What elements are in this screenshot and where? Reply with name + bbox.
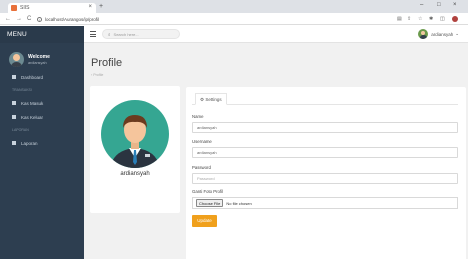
url-field[interactable]: i localhost/Aurangos/ip/profil xyxy=(37,15,402,23)
maximize-icon[interactable]: □ xyxy=(437,2,441,8)
search-placeholder: Search here... xyxy=(113,31,139,37)
browser-tab-title: SIIS xyxy=(20,5,30,11)
hamburger-menu-icon[interactable] xyxy=(90,31,96,39)
browser-tab-bar: SIIS × + – □ × xyxy=(0,0,468,13)
browser-tab[interactable]: SIIS × xyxy=(8,3,96,13)
sidebar-user-panel: Welcome ardiansyah xyxy=(0,43,84,70)
site-favicon-icon xyxy=(11,5,17,11)
password-field[interactable]: Password xyxy=(192,173,458,184)
gear-icon: ⚙ xyxy=(200,97,205,102)
sidebar-menu-title: MENU xyxy=(0,26,84,43)
settings-tabs: ⚙ Settings xyxy=(192,93,458,105)
profile-card: ardiansyah xyxy=(90,86,180,213)
name-label: Name xyxy=(192,114,204,119)
no-file-text: No file chosen xyxy=(226,200,252,206)
sidebar-item-label: Kas Masuk xyxy=(21,100,44,106)
search-input[interactable]: ⌕ Search here... xyxy=(102,29,180,39)
profile-avatar xyxy=(101,100,169,168)
chevron-down-icon: ⌄ xyxy=(455,31,459,36)
sidebar-item-label: Kas Keluar xyxy=(21,114,44,120)
tab-settings-label: Settings xyxy=(205,97,222,102)
sidebar-item-label: Dashboard xyxy=(21,74,44,80)
page-title: Profile xyxy=(91,57,123,69)
user-dropdown[interactable]: ardiansyah ⌄ xyxy=(418,29,459,39)
password-label: Password xyxy=(192,165,211,170)
sidebar-welcome-text: Welcome xyxy=(28,54,50,60)
sidebar-user-name: ardiansyah xyxy=(28,61,47,65)
window-close-icon[interactable]: × xyxy=(453,2,457,8)
avatar xyxy=(418,29,429,39)
update-button[interactable]: Update xyxy=(192,215,217,227)
browser-profile-icon[interactable] xyxy=(452,16,458,22)
breadcrumb[interactable]: › Profile xyxy=(91,73,103,77)
kas-keluar-icon xyxy=(12,115,16,119)
translate-icon[interactable]: ▤ xyxy=(397,16,402,22)
username-label: Username xyxy=(192,139,212,144)
minimize-icon[interactable]: – xyxy=(420,2,423,8)
back-icon[interactable]: ← xyxy=(5,16,11,22)
username-field[interactable]: ardiansyah xyxy=(192,147,458,158)
sidebar-item-laporan[interactable]: Laporan xyxy=(0,136,84,150)
tab-close-icon[interactable]: × xyxy=(88,4,92,10)
topbar-user-name: ardiansyah xyxy=(431,31,454,37)
sidebar-item-label: Laporan xyxy=(21,140,38,146)
site-info-icon[interactable]: i xyxy=(37,16,42,22)
forward-icon[interactable]: → xyxy=(16,16,22,22)
sidebar-item-kas-keluar[interactable]: Kas Keluar xyxy=(0,110,84,124)
name-field[interactable]: ardiansyah xyxy=(192,122,458,133)
sidebar: MENU Welcome ardiansyah Dashboard TRANSA… xyxy=(0,26,84,259)
photo-label: Ganti Foto Profil xyxy=(192,189,224,194)
reload-icon[interactable]: C xyxy=(27,16,31,22)
photo-file-input: Choose File No file chosen xyxy=(192,197,458,209)
search-icon: ⌕ xyxy=(108,31,111,37)
share-icon[interactable]: ⇪ xyxy=(407,16,411,22)
bookmark-star-icon[interactable]: ☆ xyxy=(418,16,422,22)
address-bar-row: ← → C i localhost/Aurangos/ip/profil ▤ ⇪… xyxy=(0,13,468,25)
top-navbar: ⌕ Search here... ardiansyah ⌄ xyxy=(84,26,468,43)
sidebar-category-laporan: LAPORAN xyxy=(12,128,29,132)
extensions-icon[interactable]: ✱ xyxy=(429,16,433,22)
dashboard-icon xyxy=(12,75,16,79)
laporan-icon xyxy=(12,141,16,145)
sidebar-item-kas-masuk[interactable]: Kas Masuk xyxy=(0,96,84,110)
sidebar-category-transaksi: TRANSAKSI xyxy=(12,88,32,92)
sidebar-avatar xyxy=(9,52,24,67)
choose-file-button[interactable]: Choose File xyxy=(196,199,224,207)
sidepanel-icon[interactable]: ◫ xyxy=(440,16,445,22)
sidebar-item-dashboard[interactable]: Dashboard xyxy=(0,70,84,84)
main-content: ⌕ Search here... ardiansyah ⌄ Profile › … xyxy=(84,26,468,259)
new-tab-button[interactable]: + xyxy=(99,3,103,10)
settings-card: ⚙ Settings Name ardiansyah Username ardi… xyxy=(186,87,466,259)
profile-name: ardiansyah xyxy=(120,171,150,177)
url-text: localhost/Aurangos/ip/profil xyxy=(45,16,100,22)
tab-settings[interactable]: ⚙ Settings xyxy=(195,93,227,105)
kas-masuk-icon xyxy=(12,101,16,105)
